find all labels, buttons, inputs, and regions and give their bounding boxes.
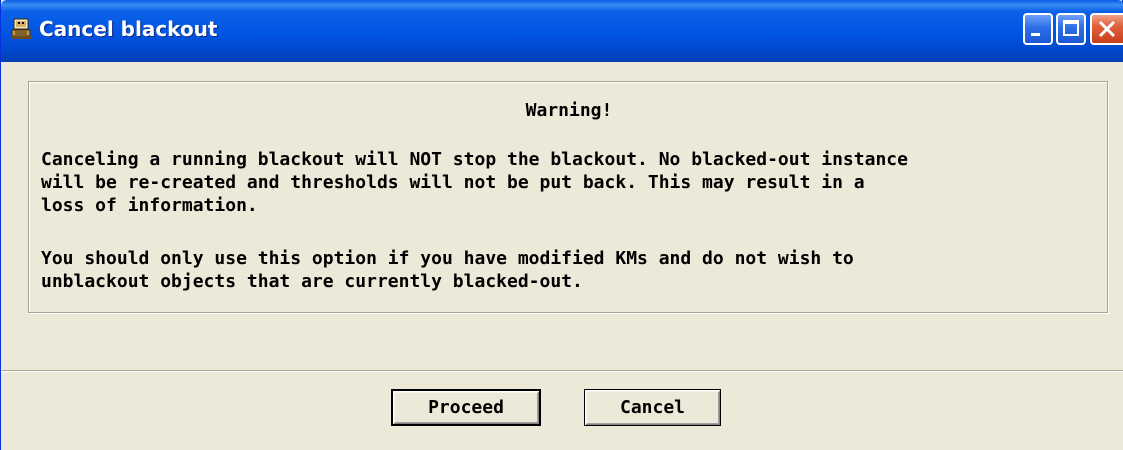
minimize-button[interactable] — [1023, 13, 1053, 45]
warning-paragraph-1: Canceling a running blackout will NOT st… — [41, 149, 908, 216]
blackout-app-icon — [9, 17, 33, 41]
close-button[interactable] — [1090, 13, 1123, 45]
cancel-button[interactable]: Cancel — [584, 389, 721, 426]
title-bar[interactable]: Cancel blackout — [1, 0, 1123, 62]
cancel-blackout-dialog: Cancel blackout Warning! Canceling a run… — [0, 0, 1123, 450]
dialog-body: Warning! Canceling a running blackout wi… — [1, 62, 1123, 450]
window-title: Cancel blackout — [39, 17, 218, 41]
warning-paragraph-2: You should only use this option if you h… — [41, 248, 854, 292]
maximize-button[interactable] — [1056, 13, 1086, 45]
minimize-icon — [1031, 33, 1040, 36]
proceed-button[interactable]: Proceed — [391, 389, 541, 426]
maximize-icon — [1063, 20, 1079, 36]
message-panel: Warning! Canceling a running blackout wi… — [28, 81, 1108, 313]
close-icon — [1098, 20, 1116, 38]
warning-heading: Warning! — [525, 100, 613, 121]
button-separator — [1, 370, 1123, 372]
